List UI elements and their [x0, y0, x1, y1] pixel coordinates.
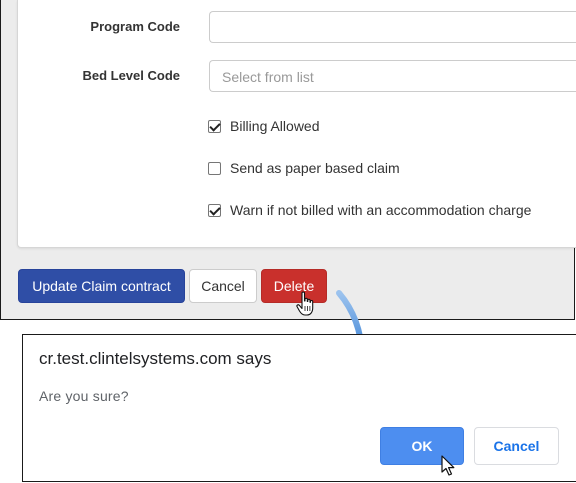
- update-claim-contract-button[interactable]: Update Claim contract: [18, 269, 185, 303]
- hand-pointer-icon: [296, 291, 314, 316]
- accommodation-warning-label: Warn if not billed with an accommodation…: [230, 202, 532, 218]
- bed-level-code-label: Bed Level Code: [82, 68, 180, 83]
- accommodation-warning-checkbox[interactable]: [208, 203, 221, 217]
- dialog-message: Are you sure?: [39, 388, 129, 404]
- claim-contract-form-panel: Program Code Bed Level Code Select from …: [17, 0, 576, 248]
- accommodation-warning-checkbox-row[interactable]: Warn if not billed with an accommodation…: [208, 201, 531, 219]
- paper-claim-label: Send as paper based claim: [230, 160, 400, 176]
- paper-claim-checkbox[interactable]: [208, 161, 221, 175]
- dialog-title: cr.test.clintelsystems.com says: [39, 349, 272, 368]
- paper-claim-checkbox-row[interactable]: Send as paper based claim: [208, 159, 400, 177]
- billing-allowed-label: Billing Allowed: [230, 118, 320, 134]
- dialog-cancel-button[interactable]: Cancel: [474, 427, 559, 465]
- claim-contract-form-window: Program Code Bed Level Code Select from …: [0, 0, 576, 320]
- cancel-button[interactable]: Cancel: [189, 269, 257, 303]
- program-code-label: Program Code: [90, 19, 180, 34]
- arrow-pointer-icon: [441, 455, 455, 476]
- billing-allowed-checkbox[interactable]: [208, 119, 221, 133]
- bed-level-code-select[interactable]: Select from list: [209, 60, 576, 92]
- program-code-input[interactable]: [209, 11, 576, 43]
- billing-allowed-checkbox-row[interactable]: Billing Allowed: [208, 117, 320, 135]
- confirm-dialog: cr.test.clintelsystems.com says Are you …: [22, 334, 576, 482]
- delete-button[interactable]: Delete: [261, 269, 327, 303]
